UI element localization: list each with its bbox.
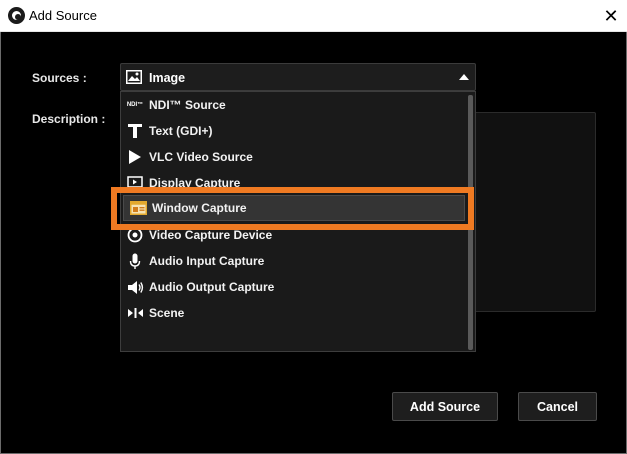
close-button[interactable]: ✕ xyxy=(595,0,627,32)
sources-label: Sources : xyxy=(32,71,87,85)
dropdown-item-label: Audio Input Capture xyxy=(149,254,265,268)
selected-source-text: Image xyxy=(149,71,186,85)
dropdown-item-label: Scene xyxy=(149,306,185,320)
dropdown-item-text-gdi[interactable]: Text (GDI+) xyxy=(121,118,467,144)
dropdown-item-label: VLC Video Source xyxy=(149,150,253,164)
highlight-box xyxy=(111,187,474,230)
dropdown-item-audio-input-capture[interactable]: Audio Input Capture xyxy=(121,248,467,274)
image-icon xyxy=(126,70,142,89)
dropdown-item-vlc-video-source[interactable]: VLC Video Source xyxy=(121,144,467,170)
dropdown-item-ndi-source[interactable]: NDI™ NDI™ Source xyxy=(121,92,467,118)
app-logo-icon xyxy=(8,7,25,24)
cancel-button[interactable]: Cancel xyxy=(518,392,597,421)
title-bar: Add Source ✕ xyxy=(0,0,627,32)
scene-icon xyxy=(124,303,146,323)
dropdown-item-label: NDI™ Source xyxy=(149,98,226,112)
add-source-button[interactable]: Add Source xyxy=(392,392,498,421)
window-title: Add Source xyxy=(29,8,97,23)
microphone-icon xyxy=(124,251,146,271)
dropdown-item-scene[interactable]: Scene xyxy=(121,300,467,326)
dropdown-item-label: Video Capture Device xyxy=(149,228,273,242)
chevron-up-icon[interactable] xyxy=(459,74,469,80)
description-textarea[interactable] xyxy=(474,112,596,312)
play-icon xyxy=(124,147,146,167)
text-icon xyxy=(124,121,146,141)
speaker-icon xyxy=(124,277,146,297)
description-label: Description : xyxy=(32,112,106,126)
sources-select[interactable]: Image xyxy=(120,63,476,91)
dialog-body: Sources : Description : Image NDI™ NDI™ … xyxy=(0,32,627,454)
dropdown-item-label: Audio Output Capture xyxy=(149,280,275,294)
dropdown-item-label: Text (GDI+) xyxy=(149,124,213,138)
ndi-icon: NDI™ xyxy=(126,102,144,108)
dropdown-item-audio-output-capture[interactable]: Audio Output Capture xyxy=(121,274,467,300)
